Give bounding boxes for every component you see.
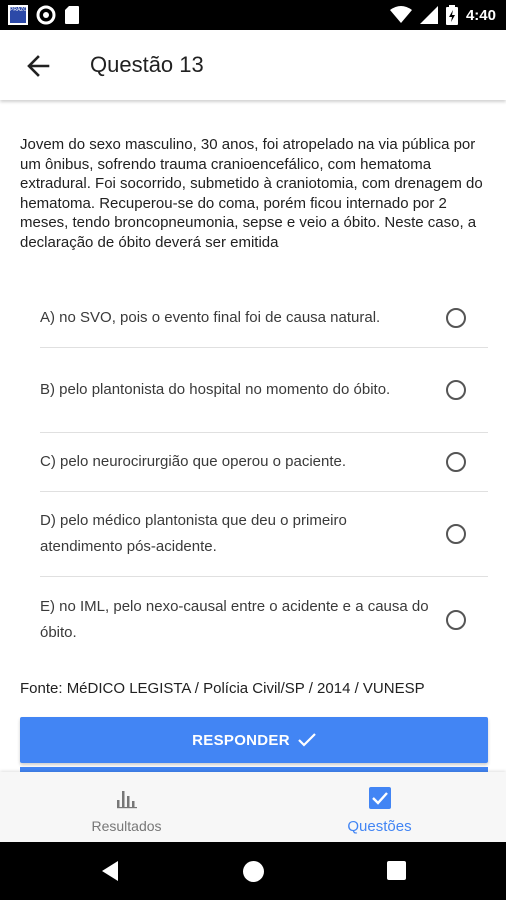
option-label: C) pelo neurocirurgião que operou o paci… bbox=[40, 453, 347, 470]
check-icon bbox=[298, 733, 316, 747]
option-label: B) pelo plantonista do hospital no momen… bbox=[40, 381, 391, 398]
system-nav-bar bbox=[0, 842, 506, 900]
respond-button-label: RESPONDER bbox=[192, 731, 290, 749]
question-source: Fonte: MéDICO LEGISTA / Polícia Civil/SP… bbox=[20, 680, 425, 697]
option-label: D) pelo médico plantonista que deu o pri… bbox=[40, 512, 347, 555]
app-bar: Questão 13 bbox=[0, 30, 506, 100]
app-icon: PRAZO bbox=[8, 5, 28, 25]
wifi-icon bbox=[389, 6, 412, 23]
system-home-icon[interactable] bbox=[243, 861, 264, 882]
question-text: Jovem do sexo masculino, 30 anos, foi at… bbox=[20, 136, 483, 251]
checkbox-checked-icon bbox=[368, 787, 391, 809]
nav-item-resultados[interactable]: Resultados bbox=[0, 772, 253, 842]
radio-button[interactable] bbox=[446, 452, 466, 472]
bottom-nav: Resultados Questões bbox=[0, 772, 506, 842]
option-label: A) no SVO, pois o evento final foi de ca… bbox=[40, 309, 381, 326]
radio-button[interactable] bbox=[446, 524, 466, 544]
radio-button[interactable] bbox=[446, 609, 466, 630]
system-back-icon[interactable] bbox=[100, 859, 120, 883]
option-label: E) no IML, pelo nexo-causal entre o acid… bbox=[40, 597, 429, 641]
status-left: PRAZO bbox=[8, 5, 80, 25]
bar-chart-icon bbox=[116, 791, 137, 809]
respond-button[interactable]: RESPONDER bbox=[20, 717, 488, 763]
options-list: A) no SVO, pois o evento final foi de ca… bbox=[40, 289, 488, 662]
nav-item-questoes[interactable]: Questões bbox=[253, 772, 506, 842]
arrow-left-icon bbox=[27, 55, 50, 77]
radio-button[interactable] bbox=[446, 380, 466, 400]
page-title: Questão 13 bbox=[90, 52, 204, 77]
option-d[interactable]: D) pelo médico plantonista que deu o pri… bbox=[40, 492, 488, 577]
nav-label: Resultados bbox=[91, 818, 162, 834]
status-bar: PRAZO 4:40 bbox=[0, 0, 506, 30]
screen: PRAZO 4:40 Questão 13 Jovem do sexo masc… bbox=[0, 0, 506, 900]
nav-label: Questões bbox=[347, 818, 412, 835]
option-c[interactable]: C) pelo neurocirurgião que operou o paci… bbox=[40, 433, 488, 492]
option-b[interactable]: B) pelo plantonista do hospital no momen… bbox=[40, 348, 488, 433]
option-e[interactable]: E) no IML, pelo nexo-causal entre o acid… bbox=[40, 577, 488, 662]
clock: 4:40 bbox=[465, 6, 496, 24]
signal-icon bbox=[419, 6, 438, 24]
battery-icon bbox=[445, 5, 458, 25]
option-a[interactable]: A) no SVO, pois o evento final foi de ca… bbox=[40, 289, 488, 348]
status-right: 4:40 bbox=[389, 5, 496, 25]
radio-button[interactable] bbox=[446, 308, 466, 328]
sim-card-icon bbox=[65, 6, 79, 24]
system-recents-icon[interactable] bbox=[387, 861, 406, 880]
circle-icon bbox=[36, 5, 56, 25]
back-button[interactable] bbox=[22, 50, 54, 82]
